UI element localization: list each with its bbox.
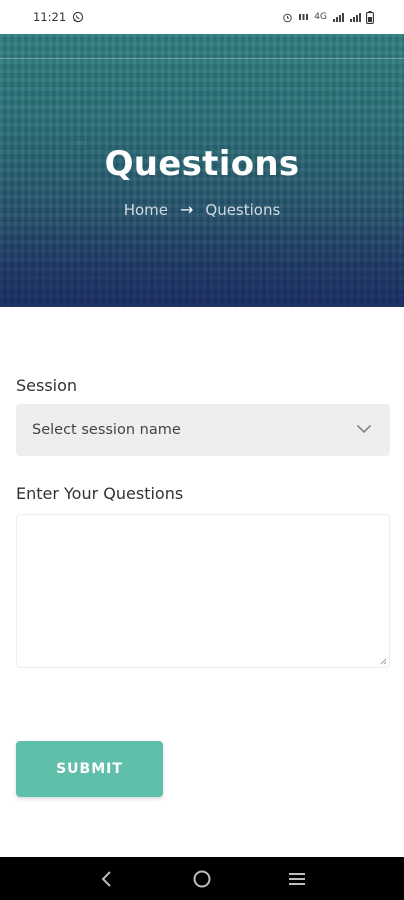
questions-label: Enter Your Questions bbox=[16, 484, 184, 503]
system-nav-bar bbox=[0, 857, 404, 900]
breadcrumb-current: Questions bbox=[205, 200, 281, 219]
signal-icon bbox=[332, 12, 344, 22]
hero-overlay bbox=[0, 217, 404, 307]
status-right: 4G bbox=[282, 10, 374, 24]
arrow-right-icon: → bbox=[179, 200, 194, 219]
network-type: 4G bbox=[314, 12, 327, 22]
question-form: Session Select session name Enter Your Q… bbox=[16, 376, 390, 668]
back-button[interactable] bbox=[87, 859, 127, 899]
alarm-icon bbox=[282, 12, 293, 23]
whatsapp-icon bbox=[72, 11, 84, 23]
hero-banner: Questions Home → Questions bbox=[0, 34, 404, 307]
session-select-value: Select session name bbox=[32, 422, 181, 438]
page-title: Questions bbox=[104, 144, 300, 184]
data-icon bbox=[298, 12, 309, 22]
questions-textarea[interactable] bbox=[16, 514, 390, 668]
breadcrumb-home-link[interactable]: Home bbox=[124, 201, 168, 219]
resize-handle-icon[interactable] bbox=[379, 657, 387, 665]
hero-divider bbox=[0, 58, 404, 59]
screen: 11:21 4G Questions Home → Questions Sess… bbox=[0, 0, 404, 900]
status-bar: 11:21 4G bbox=[0, 0, 404, 34]
home-icon bbox=[193, 870, 211, 887]
recents-button[interactable] bbox=[277, 859, 317, 899]
signal-icon-2 bbox=[349, 12, 361, 22]
back-icon bbox=[101, 870, 112, 887]
home-button[interactable] bbox=[182, 859, 222, 899]
recents-icon bbox=[288, 872, 305, 885]
status-left: 11:21 bbox=[33, 10, 84, 24]
status-time: 11:21 bbox=[33, 10, 67, 24]
chevron-down-icon bbox=[356, 422, 372, 438]
battery-icon bbox=[366, 10, 374, 24]
breadcrumb: Home → Questions bbox=[0, 200, 404, 219]
session-select[interactable]: Select session name bbox=[16, 404, 390, 456]
session-label: Session bbox=[16, 376, 78, 395]
submit-button[interactable]: SUBMIT bbox=[16, 741, 163, 797]
